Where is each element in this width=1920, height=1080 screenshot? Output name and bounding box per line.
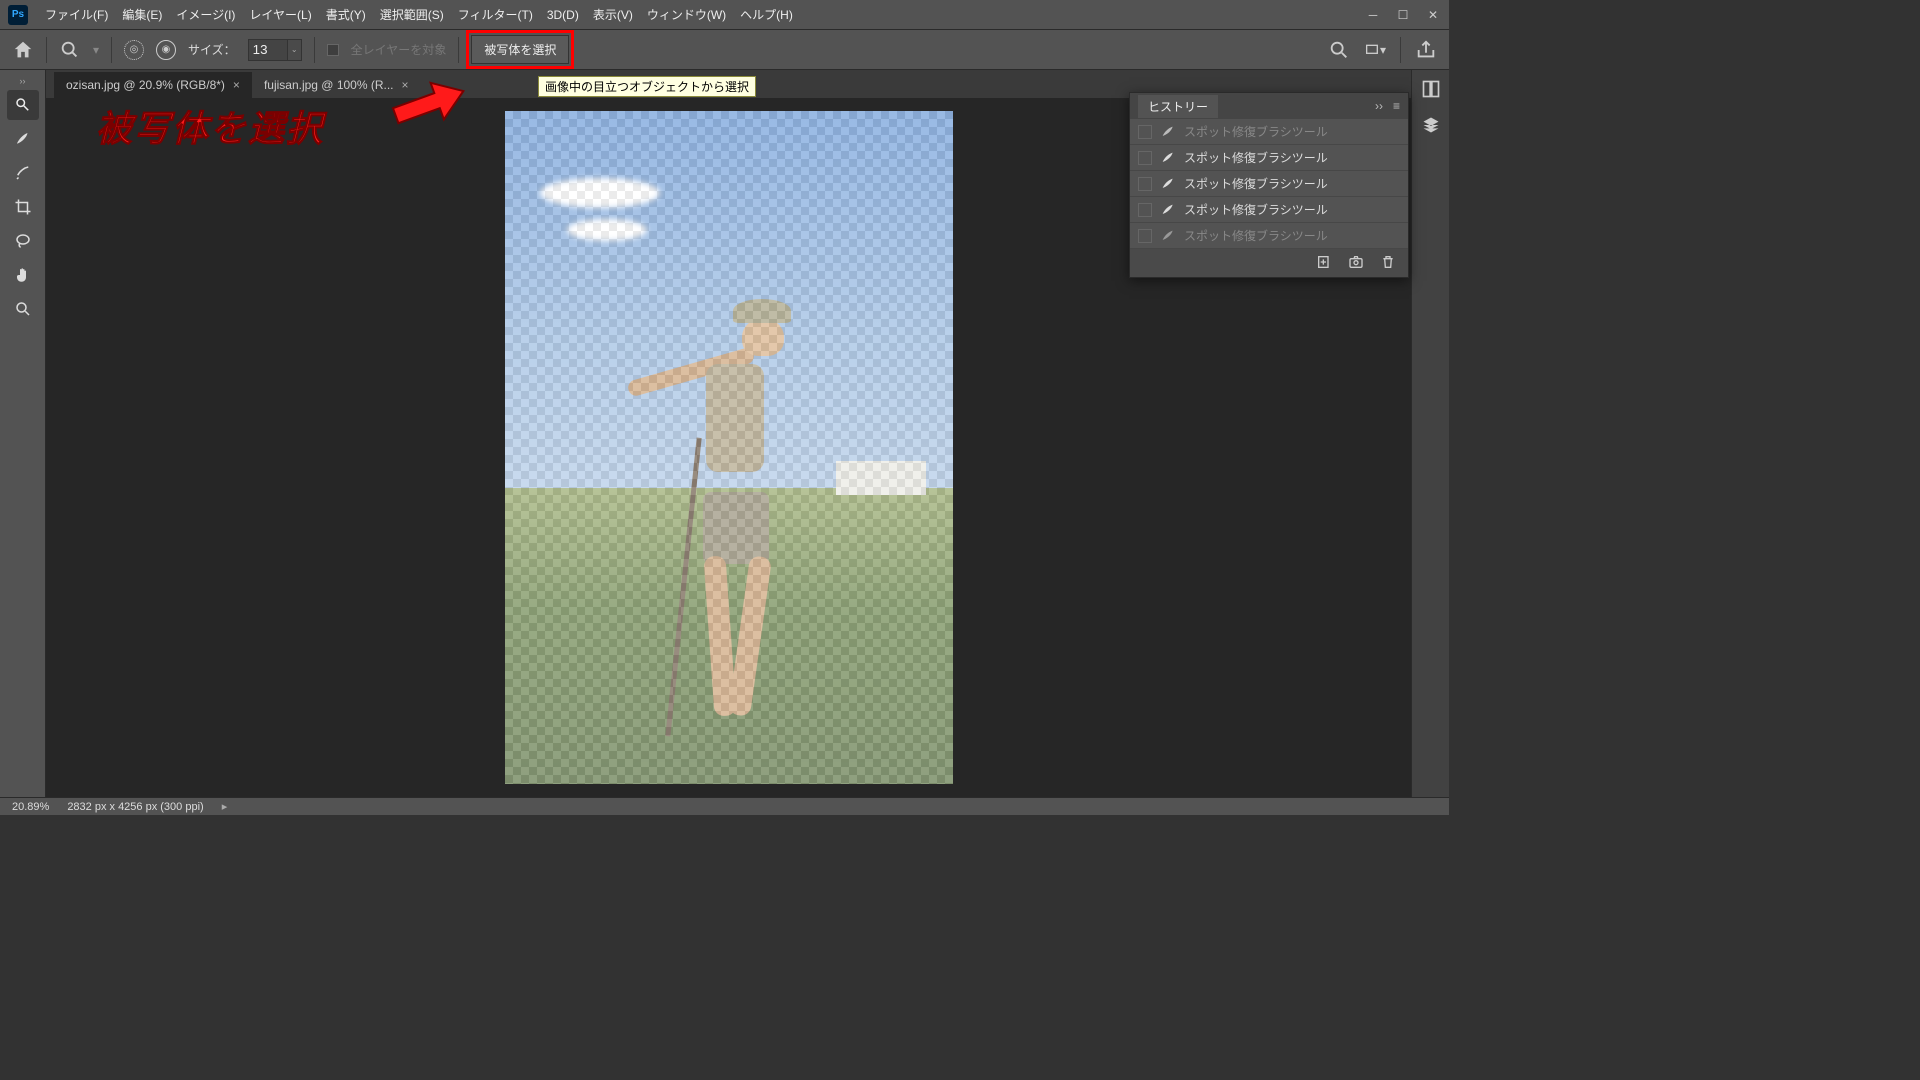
hand-tool[interactable] bbox=[7, 260, 39, 290]
menu-help[interactable]: ヘルプ(H) bbox=[733, 6, 800, 23]
status-bar: 20.89% 2832 px x 4256 px (300 ppi) ▸ bbox=[0, 797, 1449, 815]
app-logo: Ps bbox=[8, 5, 28, 25]
toolbar-expand-icon[interactable]: ›› bbox=[20, 76, 26, 86]
zoom-level[interactable]: 20.89% bbox=[12, 801, 49, 813]
home-icon[interactable] bbox=[12, 39, 34, 61]
history-list: スポット修復ブラシツール スポット修復ブラシツール スポット修復ブラシツール ス… bbox=[1130, 119, 1408, 249]
maximize-button[interactable]: ☐ bbox=[1395, 7, 1411, 23]
menu-file[interactable]: ファイル(F) bbox=[38, 6, 115, 23]
document-tab[interactable]: fujisan.jpg @ 100% (R... × bbox=[252, 72, 421, 98]
status-more-icon[interactable]: ▸ bbox=[222, 800, 228, 813]
zoom-tool[interactable] bbox=[7, 294, 39, 324]
healing-brush-tool[interactable] bbox=[7, 158, 39, 188]
size-label: サイズ： bbox=[188, 41, 236, 58]
select-subject-button[interactable]: 被写体を選択 bbox=[471, 35, 569, 64]
separator bbox=[111, 37, 112, 63]
menu-layer[interactable]: レイヤー(L) bbox=[242, 6, 318, 23]
properties-panel-icon[interactable] bbox=[1418, 76, 1444, 102]
tab-close-icon[interactable]: × bbox=[402, 78, 409, 92]
document-tab[interactable]: ozisan.jpg @ 20.9% (RGB/8*) × bbox=[54, 72, 252, 98]
tab-label: fujisan.jpg @ 100% (R... bbox=[264, 78, 394, 92]
layers-panel-icon[interactable] bbox=[1418, 112, 1444, 138]
brush-size-dropdown[interactable]: ⌄ bbox=[288, 39, 302, 61]
history-item[interactable]: スポット修復ブラシツール bbox=[1130, 171, 1408, 197]
new-document-state-icon[interactable] bbox=[1316, 254, 1332, 273]
crop-tool[interactable] bbox=[7, 192, 39, 222]
canvas[interactable] bbox=[505, 111, 953, 784]
history-item[interactable]: スポット修復ブラシツール bbox=[1130, 119, 1408, 145]
lasso-tool[interactable] bbox=[7, 226, 39, 256]
panel-tab-history[interactable]: ヒストリー bbox=[1138, 95, 1218, 118]
tool-palette: ›› bbox=[0, 70, 46, 797]
separator bbox=[314, 37, 315, 63]
history-panel: ヒストリー ›› ≡ スポット修復ブラシツール スポット修復ブラシツール スポッ… bbox=[1129, 92, 1409, 278]
panel-menu-icon[interactable]: ≡ bbox=[1393, 99, 1400, 113]
snapshot-icon[interactable] bbox=[1348, 254, 1364, 273]
panel-collapse-icon[interactable]: ›› bbox=[1375, 99, 1383, 113]
history-item[interactable]: スポット修復ブラシツール bbox=[1130, 145, 1408, 171]
brush-size-input[interactable] bbox=[248, 39, 288, 61]
menu-edit[interactable]: 編集(E) bbox=[115, 6, 169, 23]
all-layers-checkbox[interactable] bbox=[327, 44, 339, 56]
options-bar: ▾ ◎ ◉ サイズ： ⌄ 全レイヤーを対象 被写体を選択 ▾ bbox=[0, 30, 1449, 70]
separator bbox=[458, 37, 459, 63]
menu-type[interactable]: 書式(Y) bbox=[319, 6, 373, 23]
menu-select[interactable]: 選択範囲(S) bbox=[373, 6, 451, 23]
panel-header[interactable]: ヒストリー ›› ≡ bbox=[1130, 93, 1408, 119]
menu-bar: Ps ファイル(F) 編集(E) イメージ(I) レイヤー(L) 書式(Y) 選… bbox=[0, 0, 1449, 30]
minimize-button[interactable]: ─ bbox=[1365, 7, 1381, 23]
menu-image[interactable]: イメージ(I) bbox=[169, 6, 242, 23]
brush-tool[interactable] bbox=[7, 124, 39, 154]
search-icon[interactable] bbox=[1328, 39, 1350, 61]
close-button[interactable]: ✕ bbox=[1425, 7, 1441, 23]
tab-close-icon[interactable]: × bbox=[233, 78, 240, 92]
separator bbox=[46, 37, 47, 63]
tooltip: 画像中の目立つオブジェクトから選択 bbox=[538, 76, 756, 97]
quick-selection-tool[interactable] bbox=[7, 90, 39, 120]
delete-icon[interactable] bbox=[1380, 254, 1396, 273]
history-item[interactable]: スポット修復ブラシツール bbox=[1130, 223, 1408, 249]
window-controls: ─ ☐ ✕ bbox=[1365, 7, 1441, 23]
history-item[interactable]: スポット修復ブラシツール bbox=[1130, 197, 1408, 223]
all-layers-label: 全レイヤーを対象 bbox=[351, 41, 447, 58]
menu-window[interactable]: ウィンドウ(W) bbox=[640, 6, 733, 23]
image-content bbox=[505, 111, 953, 784]
panel-footer bbox=[1130, 249, 1408, 277]
new-selection-icon[interactable]: ◎ bbox=[124, 40, 144, 60]
tab-label: ozisan.jpg @ 20.9% (RGB/8*) bbox=[66, 78, 225, 92]
quick-select-tool-icon[interactable] bbox=[59, 39, 81, 61]
add-selection-icon[interactable]: ◉ bbox=[156, 40, 176, 60]
share-icon[interactable] bbox=[1415, 39, 1437, 61]
menu-view[interactable]: 表示(V) bbox=[586, 6, 640, 23]
menu-3d[interactable]: 3D(D) bbox=[540, 8, 586, 22]
right-panel-strip bbox=[1411, 70, 1449, 797]
separator bbox=[1400, 37, 1401, 63]
menu-filter[interactable]: フィルター(T) bbox=[451, 6, 540, 23]
document-dimensions[interactable]: 2832 px x 4256 px (300 ppi) bbox=[67, 801, 203, 813]
screen-mode-icon[interactable]: ▾ bbox=[1364, 39, 1386, 61]
